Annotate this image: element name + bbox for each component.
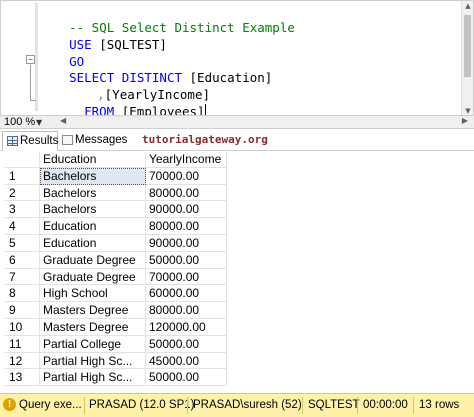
grid-header-row: Education YearlyIncome (5, 151, 227, 168)
table-row[interactable]: 4 Education 80000.00 (5, 218, 227, 235)
outline-guide-end (30, 100, 36, 101)
table-row[interactable]: 12 Partial High Sc... 45000.00 (5, 352, 227, 370)
yearlyincome-cell[interactable]: 70000.00 (146, 167, 227, 185)
row-number-cell[interactable]: 8 (5, 285, 40, 303)
education-cell[interactable]: Bachelors (40, 184, 146, 202)
watermark-text: tutorialgateway.org (142, 133, 268, 146)
education-cell[interactable]: Masters Degree (40, 318, 146, 336)
table-row[interactable]: 2 Bachelors 80000.00 (5, 184, 227, 202)
yearlyincome-cell[interactable]: 50000.00 (146, 251, 227, 269)
warning-icon: ! (3, 398, 16, 411)
status-divider (187, 397, 188, 414)
row-number-cell[interactable]: 11 (5, 335, 40, 353)
yearlyincome-cell[interactable]: 80000.00 (146, 302, 227, 319)
status-elapsed-time: 00:00:00 (363, 399, 408, 411)
results-grid: Education YearlyIncome 1 Bachelors 70000.0… (5, 151, 227, 387)
tab-results[interactable]: Results (2, 131, 58, 151)
table-row[interactable]: 8 High School 60000.00 (5, 285, 227, 303)
row-number-cell[interactable]: 13 (5, 369, 40, 387)
table-row[interactable]: 6 Graduate Degree 50000.00 (5, 251, 227, 269)
status-query: Query exe... (19, 399, 82, 411)
scroll-left-icon[interactable]: ◀ (60, 116, 66, 125)
outline-guide (30, 65, 31, 101)
yearlyincome-cell[interactable]: 90000.00 (146, 234, 227, 252)
education-cell[interactable]: Masters Degree (40, 302, 146, 319)
table-row[interactable]: 5 Education 90000.00 (5, 234, 227, 252)
education-cell[interactable]: Graduate Degree (40, 251, 146, 269)
scroll-down-icon[interactable]: ▼ (462, 107, 474, 115)
row-number-cell[interactable]: 9 (5, 302, 40, 319)
zoom-bar: 100 % ▼ ◀ ▶ (0, 115, 474, 129)
editor-margin (35, 3, 38, 111)
yearlyincome-cell[interactable]: 50000.00 (146, 335, 227, 353)
education-cell[interactable]: Education (40, 234, 146, 252)
yearlyincome-cell[interactable]: 80000.00 (146, 184, 227, 202)
row-number-cell[interactable]: 3 (5, 201, 40, 219)
education-cell[interactable]: High School (40, 285, 146, 303)
row-number-cell[interactable]: 1 (5, 167, 40, 185)
column-header-yearlyincome[interactable]: YearlyIncome (146, 151, 227, 168)
row-number-header[interactable] (5, 151, 40, 168)
education-cell[interactable]: Partial College (40, 335, 146, 353)
education-cell[interactable]: Bachelors (40, 167, 146, 185)
yearlyincome-cell[interactable]: 120000.00 (146, 318, 227, 336)
education-cell[interactable]: Education (40, 218, 146, 235)
code-line-2: USE [SQLTEST] (39, 19, 167, 52)
status-database: SQLTEST (308, 399, 360, 411)
row-number-cell[interactable]: 2 (5, 184, 40, 202)
table-row[interactable]: 7 Graduate Degree 70000.00 (5, 268, 227, 286)
education-cell[interactable]: Graduate Degree (40, 268, 146, 286)
tab-messages-label: Messages (75, 134, 128, 146)
table-row[interactable]: 3 Bachelors 90000.00 (5, 201, 227, 219)
yearlyincome-cell[interactable]: 50000.00 (146, 369, 227, 387)
status-divider (357, 397, 358, 414)
tab-results-label: Results (20, 135, 59, 147)
status-user: PRASAD\suresh (52) (193, 399, 302, 411)
messages-icon (62, 135, 73, 145)
table-row[interactable]: 11 Partial College 50000.00 (5, 335, 227, 353)
table-row[interactable]: 10 Masters Degree 120000.00 (5, 318, 227, 336)
row-number-cell[interactable]: 4 (5, 218, 40, 235)
row-number-cell[interactable]: 5 (5, 234, 40, 252)
code-line-3: GO (39, 36, 84, 69)
code-line-1: -- SQL Select Distinct Example (39, 2, 295, 35)
row-number-cell[interactable]: 6 (5, 251, 40, 269)
editor-vertical-scrollbar[interactable]: ▲ ▼ (461, 1, 473, 116)
status-divider (84, 397, 85, 414)
education-cell[interactable]: Partial High Sc... (40, 352, 146, 370)
scrollbar-thumb[interactable] (464, 15, 471, 77)
status-divider (413, 397, 414, 414)
table-row[interactable]: 1 Bachelors 70000.00 (5, 167, 227, 185)
query-editor[interactable]: − -- SQL Select Distinct Example USE [SQ… (0, 0, 474, 119)
code-line-6: FROM [Employees] (54, 86, 206, 119)
yearlyincome-cell[interactable]: 60000.00 (146, 285, 227, 303)
result-tabs: Results Messages tutorialgateway.org (0, 129, 474, 151)
scroll-right-icon[interactable]: ▶ (462, 116, 468, 125)
status-row-count: 13 rows (419, 399, 460, 411)
scroll-up-icon[interactable]: ▲ (462, 2, 474, 10)
chevron-down-icon[interactable]: ▼ (36, 116, 42, 129)
code-line-4: SELECT DISTINCT [Education] (39, 52, 272, 85)
collapse-toggle-icon[interactable]: − (26, 55, 35, 64)
table-row[interactable]: 13 Partial High Sc... 50000.00 (5, 369, 227, 387)
row-number-cell[interactable]: 12 (5, 352, 40, 370)
row-number-cell[interactable]: 10 (5, 318, 40, 336)
yearlyincome-cell[interactable]: 80000.00 (146, 218, 227, 235)
education-cell[interactable]: Partial High Sc... (40, 369, 146, 387)
yearlyincome-cell[interactable]: 90000.00 (146, 201, 227, 219)
column-header-education[interactable]: Education (40, 151, 146, 168)
tab-messages[interactable]: Messages (58, 131, 130, 151)
status-bar: ! Query exe... PRASAD (12.0 SP1) PRASAD\… (0, 393, 474, 417)
sql-identifier: [SQLTEST] (91, 37, 167, 52)
editor-horizontal-scrollbar[interactable]: ◀ ▶ (58, 116, 470, 127)
row-number-cell[interactable]: 7 (5, 268, 40, 286)
education-cell[interactable]: Bachelors (40, 201, 146, 219)
status-divider (302, 397, 303, 414)
table-row[interactable]: 9 Masters Degree 80000.00 (5, 302, 227, 319)
yearlyincome-cell[interactable]: 45000.00 (146, 352, 227, 370)
status-server: PRASAD (12.0 SP1) (89, 399, 195, 411)
code-line-5: ,[YearlyIncome] (67, 69, 210, 102)
grid-icon (7, 136, 18, 146)
yearlyincome-cell[interactable]: 70000.00 (146, 268, 227, 286)
